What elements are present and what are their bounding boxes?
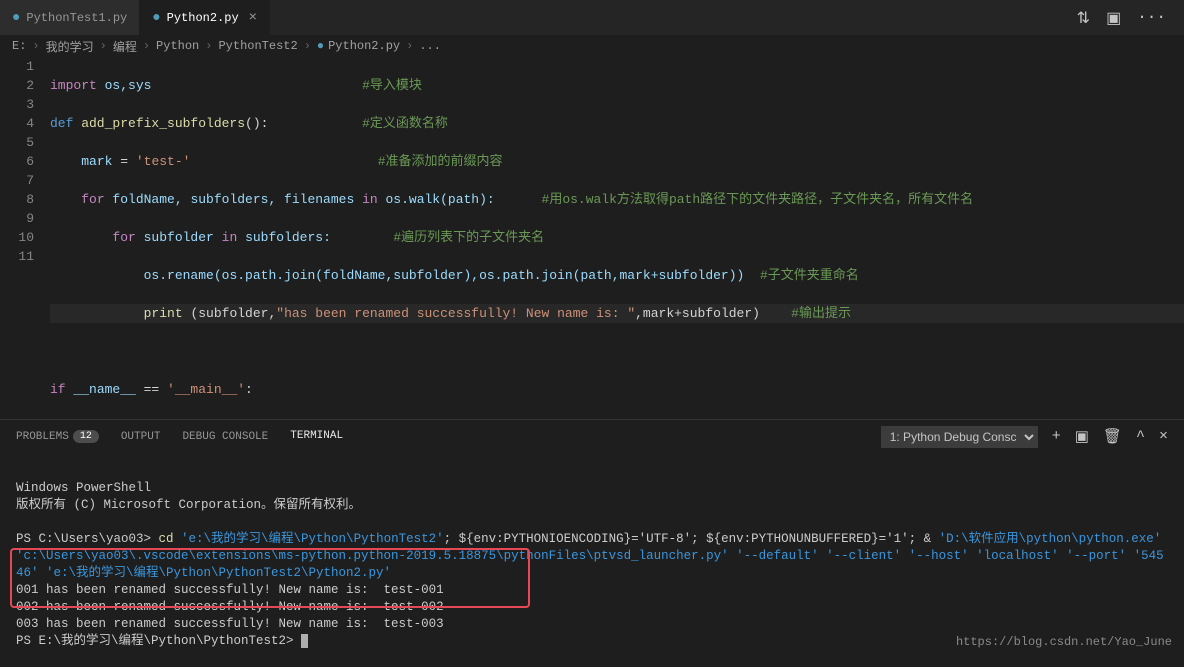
python-icon: ● xyxy=(12,10,20,26)
code-area[interactable]: import os,sys #导入模块 def add_prefix_subfo… xyxy=(50,57,1184,419)
tab-problems[interactable]: PROBLEMS12 xyxy=(16,420,99,454)
panel-tabs: PROBLEMS12 OUTPUT DEBUG CONSOLE TERMINAL… xyxy=(0,419,1184,453)
bc-seg[interactable]: ... xyxy=(419,39,441,53)
bc-seg[interactable]: Python2.py xyxy=(328,39,400,53)
breadcrumb[interactable]: E:› 我的学习› 编程› Python› PythonTest2› ● Pyt… xyxy=(0,35,1184,57)
tab-python2[interactable]: ● Python2.py × xyxy=(140,0,270,35)
python-icon: ● xyxy=(152,10,160,26)
terminal-select[interactable]: 1: Python Debug Consc xyxy=(881,426,1038,448)
cursor-icon xyxy=(301,634,308,648)
tab-terminal[interactable]: TERMINAL xyxy=(290,420,343,454)
line-gutter: 1234567891011 xyxy=(0,57,50,419)
tab-label: Python2.py xyxy=(167,11,239,25)
bc-seg[interactable]: 我的学习 xyxy=(46,38,94,55)
more-icon[interactable]: ··· xyxy=(1137,8,1166,28)
terminal[interactable]: Windows PowerShell 版权所有 (C) Microsoft Co… xyxy=(0,453,1184,655)
close-icon[interactable]: × xyxy=(249,10,257,26)
bc-seg[interactable]: E: xyxy=(12,39,26,53)
trash-icon[interactable]: 🗑 xyxy=(1103,427,1122,446)
bc-seg[interactable]: 编程 xyxy=(113,38,137,55)
titlebar-actions: ⇅ ▣ ··· xyxy=(1077,8,1184,28)
panel-actions: 1: Python Debug Consc + ▣ 🗑 ^ × xyxy=(881,426,1168,448)
tab-output[interactable]: OUTPUT xyxy=(121,420,161,454)
bc-seg[interactable]: Python xyxy=(156,39,199,53)
close-panel-icon[interactable]: × xyxy=(1159,428,1168,445)
editor[interactable]: 1234567891011 import os,sys #导入模块 def ad… xyxy=(0,57,1184,419)
tab-pythontest1[interactable]: ● PythonTest1.py xyxy=(0,0,140,35)
tab-label: PythonTest1.py xyxy=(26,11,127,25)
split-terminal-icon[interactable]: ▣ xyxy=(1075,427,1089,446)
tab-bar: ● PythonTest1.py ● Python2.py × ⇅ ▣ ··· xyxy=(0,0,1184,35)
bc-seg[interactable]: PythonTest2 xyxy=(218,39,297,53)
tab-debug[interactable]: DEBUG CONSOLE xyxy=(182,420,268,454)
add-terminal-icon[interactable]: + xyxy=(1052,428,1061,445)
problems-badge: 12 xyxy=(73,430,99,443)
chevron-up-icon[interactable]: ^ xyxy=(1136,428,1145,445)
split-icon[interactable]: ▣ xyxy=(1106,8,1121,28)
watermark: https://blog.csdn.net/Yao_June xyxy=(956,635,1172,649)
vcs-icon[interactable]: ⇅ xyxy=(1077,8,1090,28)
